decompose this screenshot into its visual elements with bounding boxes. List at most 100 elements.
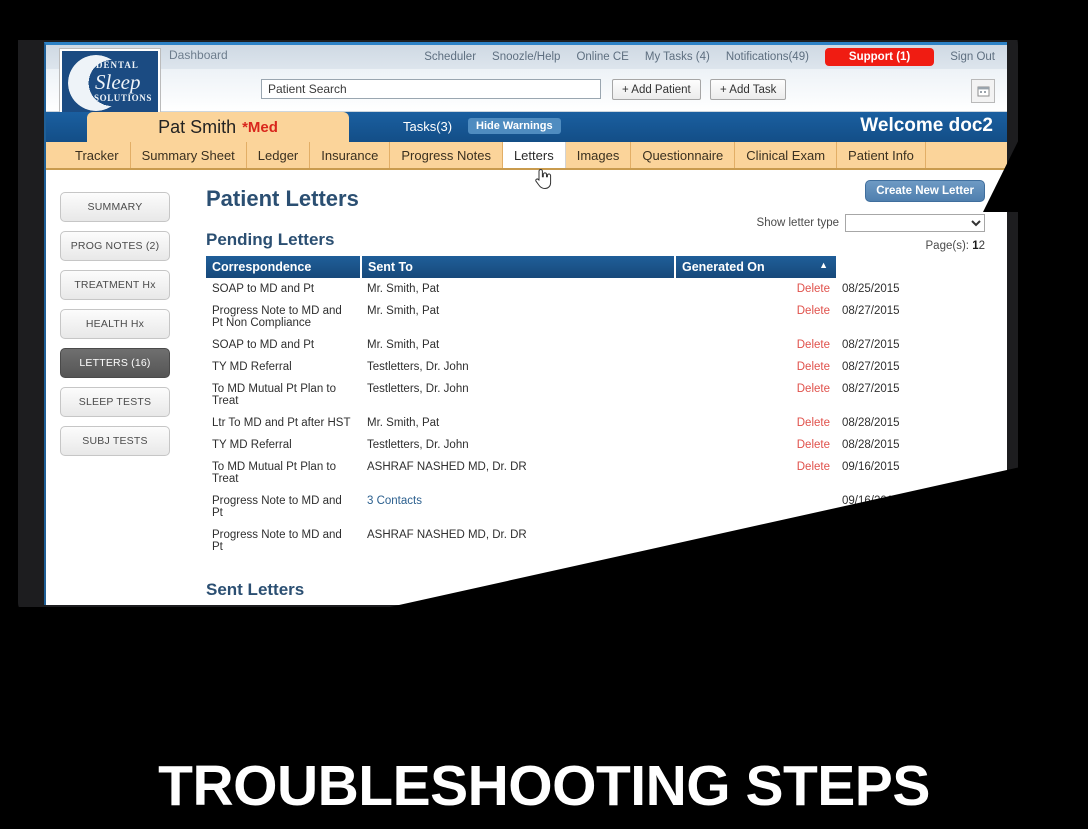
pending-letters-table: Correspondence Sent To Generated On ▲ SO… xyxy=(206,256,991,558)
tab-tracker[interactable]: Tracker xyxy=(64,142,131,168)
cell-sent-to: ASHRAF NASHED MD, Dr. DR xyxy=(367,529,527,541)
cell-delete[interactable]: Delete xyxy=(675,378,836,412)
cell-generated-on: 09/16/2015 xyxy=(842,495,900,507)
patient-search-input[interactable] xyxy=(261,79,601,99)
cell-sent-to: ASHRAF NASHED MD, Dr. DR xyxy=(367,461,527,473)
tab-letters[interactable]: Letters xyxy=(502,142,566,168)
cell-correspondence[interactable]: Progress Note to MD and Pt Non Complianc… xyxy=(206,300,361,334)
create-new-letter-button[interactable]: Create New Letter xyxy=(865,180,985,202)
pending-letters-title: Pending Letters xyxy=(206,230,335,249)
show-letter-type-label: Show letter type xyxy=(756,217,839,229)
cell-delete[interactable]: Delete xyxy=(675,334,836,356)
sidebar-item-treatment-hx[interactable]: TREATMENT Hx xyxy=(60,270,170,300)
cell-sent-to: Testletters, Dr. John xyxy=(367,383,469,395)
tab-summary-sheet[interactable]: Summary Sheet xyxy=(131,142,247,168)
cell-sent-to: Mr. Smith, Pat xyxy=(367,283,440,295)
col-correspondence[interactable]: Correspondence xyxy=(206,256,362,278)
nav-snoozle-help[interactable]: Snoozle/Help xyxy=(492,51,560,63)
cell-sent-to: Testletters, Dr. John xyxy=(367,439,469,451)
nav-dashboard[interactable]: Dashboard xyxy=(169,48,228,62)
pending-letters-body: SOAP to MD and Pt Mr. Smith, Pat Delete … xyxy=(206,278,991,558)
logo-line-1: DENTAL xyxy=(96,60,139,70)
monitor-stand-neck xyxy=(455,612,625,670)
caption-banner: TROUBLESHOOTING STEPS xyxy=(0,753,1088,819)
screenshot-stage: Dashboard Scheduler Snoozle/Help Online … xyxy=(0,0,1088,829)
cell-correspondence[interactable]: TY MD Referral xyxy=(206,356,361,378)
add-task-button[interactable]: + Add Task xyxy=(710,79,787,100)
support-button[interactable]: Support (1) xyxy=(824,48,935,66)
top-bar: Dashboard Scheduler Snoozle/Help Online … xyxy=(46,45,1007,117)
pending-table-header-row: Correspondence Sent To Generated On ▲ xyxy=(206,256,991,278)
patient-med-flag: *Med xyxy=(242,118,278,136)
cell-delete[interactable]: Delete xyxy=(675,434,836,456)
cell-delete[interactable]: Delete xyxy=(675,300,836,334)
calendar-icon[interactable] xyxy=(971,79,995,103)
tab-insurance[interactable]: Insurance xyxy=(310,142,391,168)
top-navigation: Dashboard Scheduler Snoozle/Help Online … xyxy=(46,45,1007,69)
app-body: SUMMARY PROG NOTES (2) TREATMENT Hx HEAL… xyxy=(46,170,1007,605)
sidebar-item-sleep-tests[interactable]: SLEEP TESTS xyxy=(60,387,170,417)
cell-correspondence[interactable]: To MD Mutual Pt Plan to Treat xyxy=(206,378,361,412)
pages-label: Page(s): xyxy=(925,240,969,252)
patient-bar: Pat Smith *Med Tasks(3) Hide Warnings We… xyxy=(46,112,1007,142)
cell-sent-to: Mr. Smith, Pat xyxy=(367,305,440,317)
table-row[interactable]: To MD Mutual Pt Plan to Treat ASHRAF NAS… xyxy=(206,456,991,490)
pending-pagination: Page(s): 12 xyxy=(926,240,985,252)
nav-online-ce[interactable]: Online CE xyxy=(576,51,628,63)
cell-correspondence[interactable]: Progress Note to MD and Pt xyxy=(206,490,361,524)
add-patient-button[interactable]: + Add Patient xyxy=(612,79,701,100)
table-row[interactable]: TY MD Referral Testletters, Dr. John Del… xyxy=(206,434,991,456)
table-row[interactable]: SOAP to MD and Pt Mr. Smith, Pat Delete … xyxy=(206,334,991,356)
table-row[interactable]: Progress Note to MD and Pt Non Complianc… xyxy=(206,300,991,334)
sent-letters-title: Sent Letters xyxy=(206,580,305,599)
patient-name: Pat Smith xyxy=(158,116,237,137)
table-row[interactable]: To MD Mutual Pt Plan to Treat Testletter… xyxy=(206,378,991,412)
tab-patient-info[interactable]: Patient Info xyxy=(837,142,926,168)
cell-delete[interactable]: Delete xyxy=(675,456,836,490)
table-row[interactable]: SOAP to MD and Pt Mr. Smith, Pat Delete … xyxy=(206,278,991,300)
cell-correspondence[interactable]: To MD Mutual Pt Plan to Treat xyxy=(206,456,361,490)
table-row[interactable]: Ltr To MD and Pt after HST Mr. Smith, Pa… xyxy=(206,412,991,434)
table-row[interactable]: Progress Note to MD and Pt 3 Contacts 09… xyxy=(206,490,991,524)
table-row[interactable]: TY MD Referral Testletters, Dr. John Del… xyxy=(206,356,991,378)
cell-delete[interactable]: Delete xyxy=(675,278,836,300)
cell-correspondence[interactable]: Progress Note to MD and Pt xyxy=(206,524,361,558)
sent-letters-pagination[interactable]: Page(s) xyxy=(945,525,985,537)
cell-generated-on: 08/27/2015 xyxy=(842,339,900,351)
cell-correspondence[interactable]: SOAP to MD and Pt xyxy=(206,278,361,300)
cell-delete[interactable]: Delete xyxy=(675,356,836,378)
hide-warnings-button[interactable]: Hide Warnings xyxy=(468,118,561,134)
tab-questionnaire[interactable]: Questionnaire xyxy=(631,142,736,168)
nav-notifications[interactable]: Notifications(49) xyxy=(726,51,809,63)
sidebar-item-letters[interactable]: LETTERS (16) xyxy=(60,348,170,378)
tab-progress-notes[interactable]: Progress Notes xyxy=(390,142,503,168)
cell-sent-to[interactable]: 3 Contacts xyxy=(361,490,675,524)
sign-out-link[interactable]: Sign Out xyxy=(950,51,995,63)
main-content: Patient Letters Create New Letter Show l… xyxy=(196,170,1007,605)
caption-text: TROUBLESHOOTING STEPS xyxy=(158,754,930,818)
nav-scheduler[interactable]: Scheduler xyxy=(424,51,476,63)
sidebar-item-summary[interactable]: SUMMARY xyxy=(60,192,170,222)
tab-clinical-exam[interactable]: Clinical Exam xyxy=(735,142,838,168)
nav-my-tasks[interactable]: My Tasks (4) xyxy=(645,51,710,63)
col-generated-on[interactable]: Generated On ▲ xyxy=(675,256,836,278)
tasks-count[interactable]: Tasks(3) xyxy=(403,119,452,134)
show-letter-type-select[interactable] xyxy=(845,214,985,232)
cell-correspondence[interactable]: Ltr To MD and Pt after HST xyxy=(206,412,361,434)
cell-correspondence[interactable]: TY MD Referral xyxy=(206,434,361,456)
patient-name-tab[interactable]: Pat Smith *Med xyxy=(87,112,349,142)
cell-delete[interactable]: Delete xyxy=(675,412,836,434)
cell-correspondence[interactable]: SOAP to MD and Pt xyxy=(206,334,361,356)
col-generated-on-label: Generated On xyxy=(682,260,765,274)
table-row[interactable]: Progress Note to MD and Pt ASHRAF NASHED… xyxy=(206,524,991,558)
tab-ledger[interactable]: Ledger xyxy=(247,142,311,168)
tab-images[interactable]: Images xyxy=(566,142,632,168)
page-2[interactable]: 2 xyxy=(979,240,985,252)
sidebar-item-health-hx[interactable]: HEALTH Hx xyxy=(60,309,170,339)
cell-generated-on: 08/28/2015 xyxy=(842,439,900,451)
cell-sent-to: Mr. Smith, Pat xyxy=(367,339,440,351)
sidebar-item-prog-notes[interactable]: PROG NOTES (2) xyxy=(60,231,170,261)
col-sent-to[interactable]: Sent To xyxy=(361,256,676,278)
sidebar-item-subj-tests[interactable]: SUBJ TESTS xyxy=(60,426,170,456)
cell-delete[interactable]: Delete xyxy=(675,524,836,558)
